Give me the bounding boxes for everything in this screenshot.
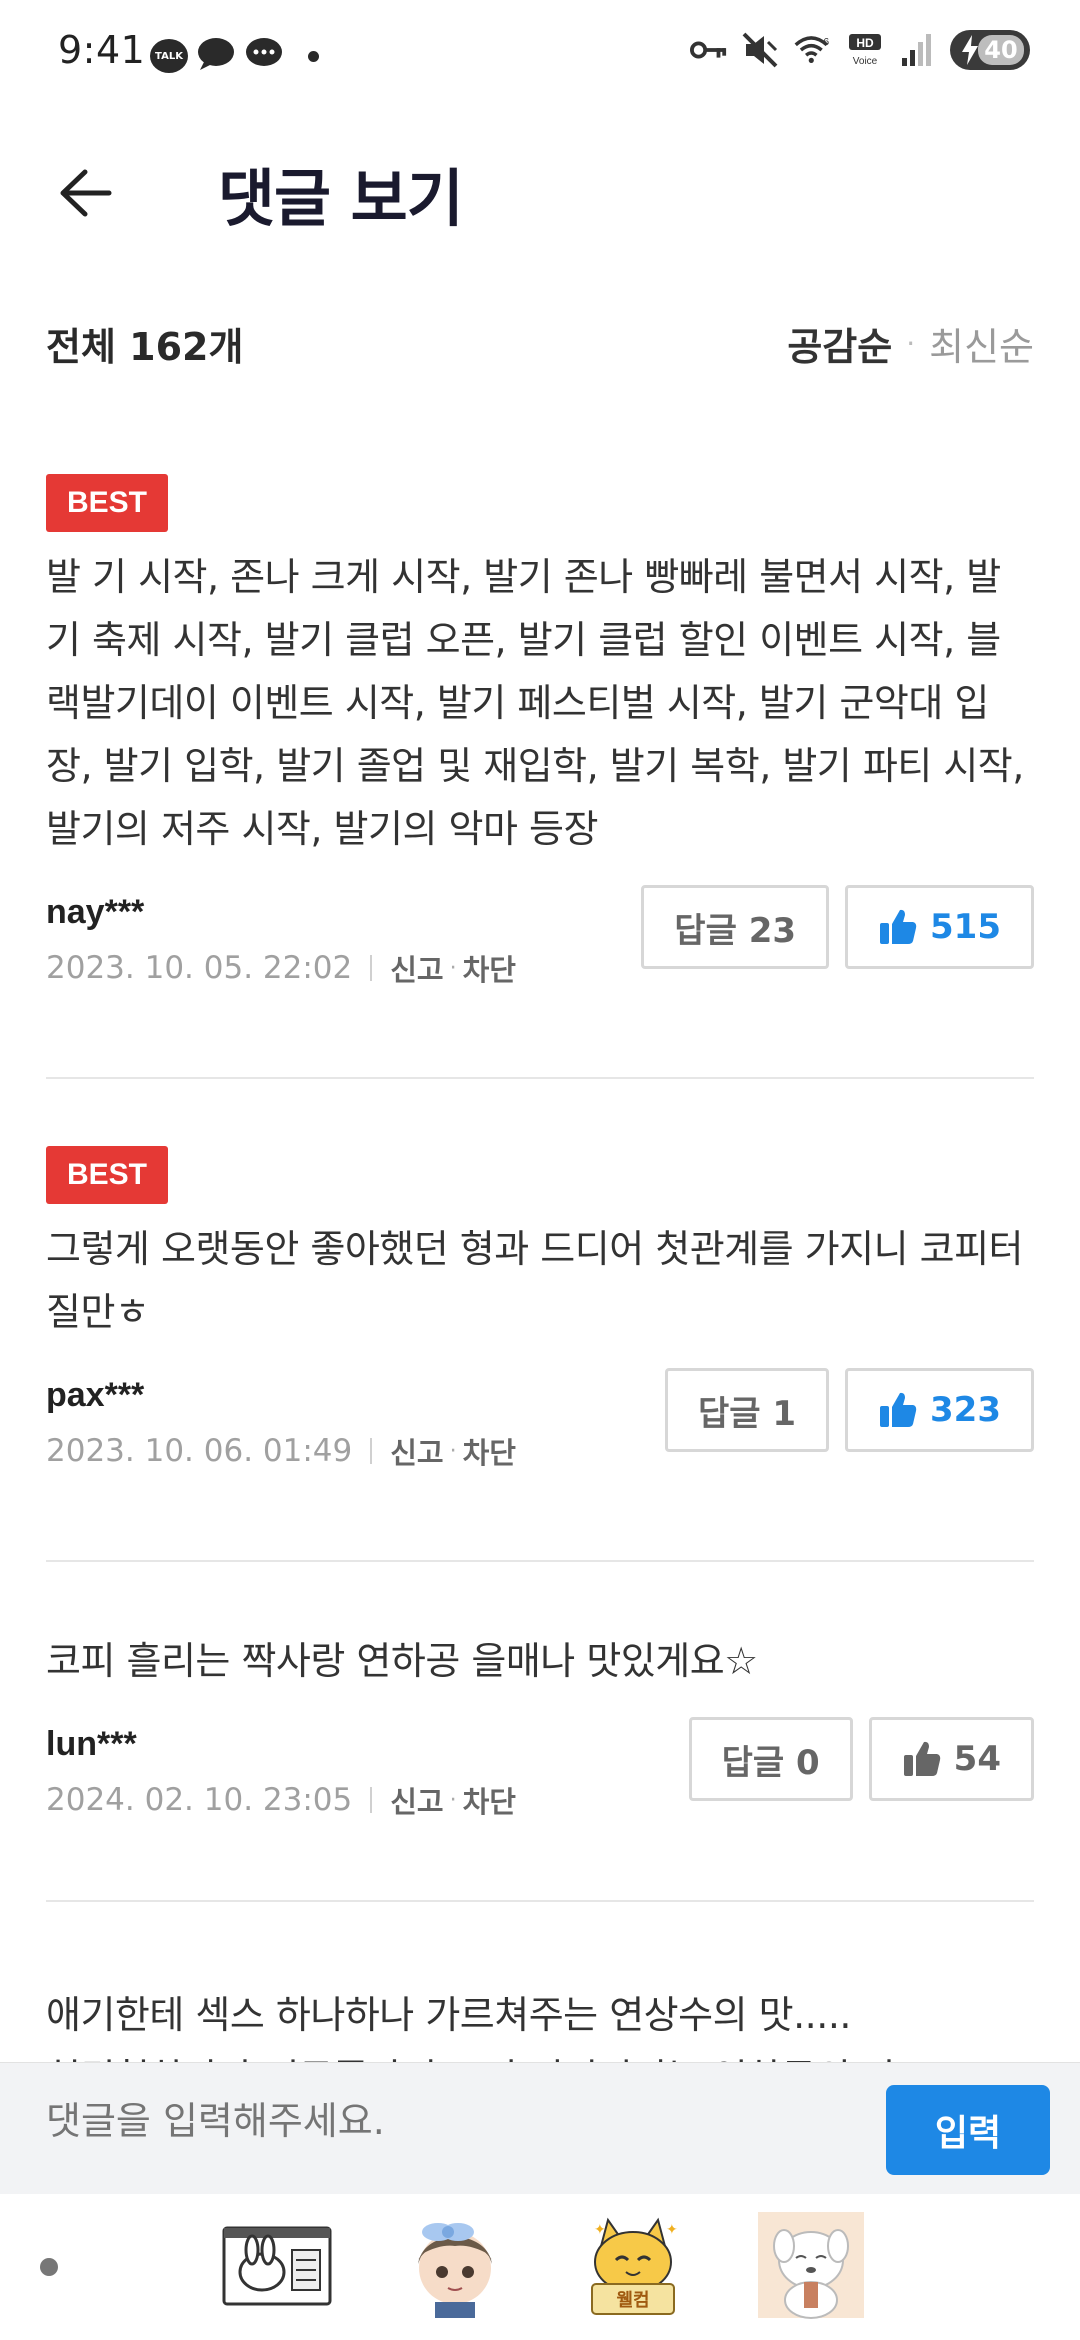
kakaotalk-icon: TALK [150, 39, 188, 73]
back-button[interactable] [50, 158, 120, 228]
system-icons: 6 HD Voice 40 [690, 30, 1030, 70]
key-icon [690, 31, 728, 69]
comment-date: 2023. 10. 05. 22:02 [46, 950, 353, 986]
meta-dot: · [449, 1787, 457, 1813]
page-title: 댓글 보기 [218, 162, 464, 235]
comment-author: lun*** [46, 1725, 137, 1763]
svg-text:✦: ✦ [594, 2222, 606, 2238]
submit-button[interactable]: 입력 [886, 2085, 1050, 2175]
thumbs-up-icon [903, 1741, 940, 1776]
wifi-icon: 6 [794, 31, 832, 69]
app-header: 댓글 보기 [0, 110, 1080, 260]
block-link[interactable]: 차단 [463, 947, 516, 989]
best-badge: BEST [46, 1146, 169, 1204]
reply-button[interactable]: 답글 0 [688, 1717, 853, 1801]
reply-button[interactable]: 답글 1 [664, 1368, 830, 1452]
block-link[interactable]: 차단 [463, 1430, 516, 1472]
meta-dot: · [449, 1438, 457, 1464]
comment-divider [46, 1077, 1034, 1079]
best-badge: BEST [46, 474, 169, 532]
meta-divider [370, 1787, 373, 1813]
sort-by-latest[interactable]: 최신순 [929, 316, 1034, 371]
comment-item: BEST 발 기 시작, 존나 크게 시작, 발기 존나 빵빠레 불면서 시작,… [46, 474, 1034, 1005]
svg-text:HD: HD [856, 36, 874, 50]
comment-item: 코피 흘리는 짝사랑 연하공 을매나 맛있게요☆ lun*** 2024. 02… [46, 1630, 1034, 1837]
svg-text:Voice: Voice [853, 56, 878, 67]
meta-divider [370, 1438, 373, 1464]
block-link[interactable]: 차단 [463, 1779, 516, 1821]
battery-level: 40 [978, 35, 1024, 65]
comment-author: nay*** [46, 893, 145, 931]
sticker-white-puppy[interactable] [756, 2210, 866, 2320]
status-bar: 9:41 TALK 6 HD Voice 40 [0, 0, 1080, 110]
comment-item: BEST 그렇게 오랫동안 좋아했던 형과 드디어 첫관계를 가지니 코피터질만… [46, 1146, 1034, 1488]
sticker-bunny-notepad[interactable] [222, 2210, 332, 2320]
svg-text:6: 6 [823, 37, 829, 48]
report-link[interactable]: 신고 [390, 947, 443, 989]
report-link[interactable]: 신고 [390, 1779, 443, 1821]
like-button[interactable]: 323 [845, 1368, 1034, 1452]
arrow-left-icon [60, 169, 112, 217]
sort-separator: · [906, 327, 916, 360]
thumbs-up-icon [880, 1392, 917, 1427]
sticker-tray: 웰컴 ✦ ✦ [0, 2194, 1080, 2340]
sticker-cat-welcome[interactable]: 웰컴 ✦ ✦ [578, 2210, 688, 2320]
meta-divider [370, 955, 373, 981]
comment-meta: nay*** 2023. 10. 05. 22:02 신고 · 차단 답글 23… [46, 885, 1034, 1005]
comment-divider [46, 1560, 1034, 1562]
svg-text:✦: ✦ [666, 2222, 678, 2238]
like-button[interactable]: 515 [845, 885, 1034, 969]
comment-divider [46, 1900, 1034, 1902]
comment-meta: lun*** 2024. 02. 10. 23:05 신고 · 차단 답글 0 … [46, 1717, 1034, 1837]
comment-author: pax*** [46, 1376, 145, 1414]
thumbs-up-icon [880, 909, 917, 944]
meta-dot: · [449, 955, 457, 981]
comment-input[interactable] [46, 2099, 846, 2143]
chat-bubble-icon [196, 36, 236, 76]
comment-date: 2023. 10. 06. 01:49 [46, 1433, 353, 1469]
sort-options: 공감순 · 최신순 [787, 316, 1034, 371]
comment-text: 그렇게 오랫동안 좋아했던 형과 드디어 첫관계를 가지니 코피터질만ㅎ [46, 1227, 1024, 1334]
total-count: 전체 162개 [46, 325, 244, 369]
like-count: 515 [930, 907, 1001, 947]
notification-icons: TALK [150, 36, 319, 76]
comment-date: 2024. 02. 10. 23:05 [46, 1782, 353, 1818]
comment-text: 코피 흘리는 짝사랑 연하공 을매나 맛있게요☆ [46, 1639, 758, 1683]
message-icon [244, 36, 284, 76]
sticker-boy-with-bow[interactable] [400, 2210, 510, 2320]
like-button[interactable]: 54 [868, 1717, 1034, 1801]
report-link[interactable]: 신고 [390, 1430, 443, 1472]
svg-text:웰컴: 웰컴 [616, 2290, 649, 2311]
reply-button[interactable]: 답글 23 [641, 885, 830, 969]
mute-icon [742, 31, 780, 69]
sort-by-likes[interactable]: 공감순 [787, 316, 892, 371]
comment-input-bar: 입력 [0, 2062, 1080, 2194]
comment-meta: pax*** 2023. 10. 06. 01:49 신고 · 차단 답글 1 … [46, 1368, 1034, 1488]
more-notifications-dot [308, 50, 319, 62]
like-count: 323 [930, 1390, 1001, 1430]
comment-text: 발 기 시작, 존나 크게 시작, 발기 존나 빵빠레 불면서 시작, 발기 축… [46, 555, 1024, 851]
battery-icon: 40 [950, 30, 1030, 70]
signal-icon [898, 31, 936, 69]
hd-voice-icon: HD Voice [846, 31, 884, 69]
like-count: 54 [953, 1739, 1001, 1779]
tray-indicator-dot [40, 2258, 58, 2276]
status-time: 9:41 [58, 28, 146, 72]
comment-summary: 전체 162개 공감순 · 최신순 [46, 310, 1034, 370]
